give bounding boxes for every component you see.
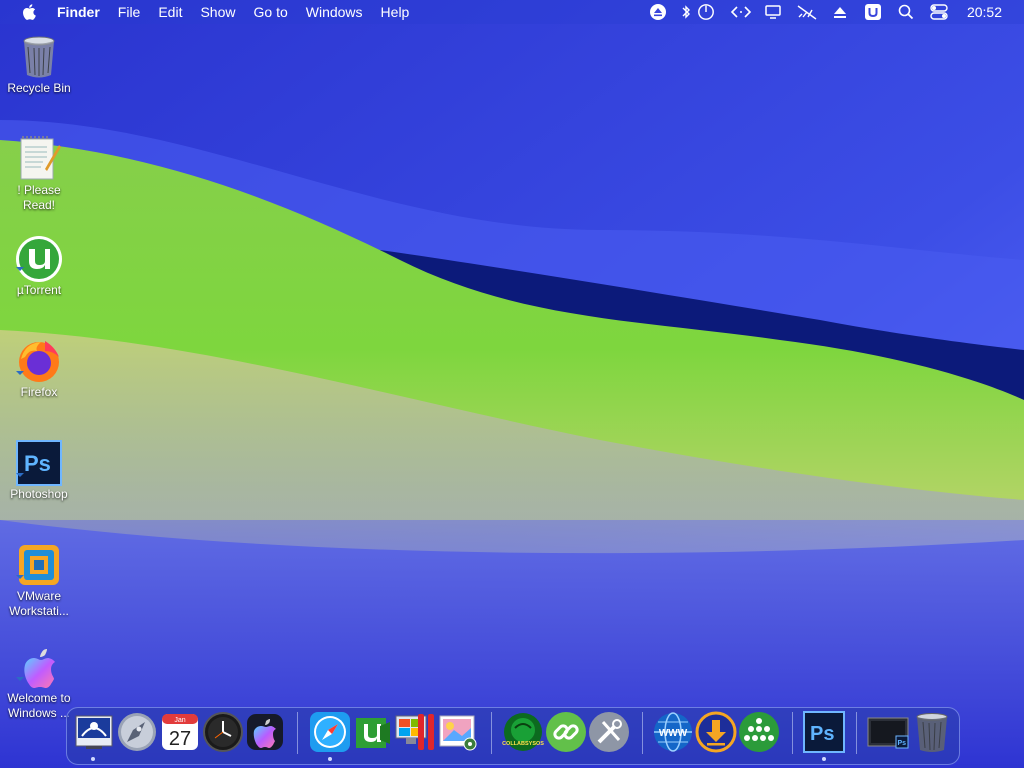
calendar-month: Jan — [174, 717, 185, 724]
vmware-icon — [16, 545, 59, 585]
dock-separator — [642, 712, 643, 754]
power-icon[interactable] — [696, 3, 716, 21]
menu-help[interactable]: Help — [372, 0, 419, 24]
chain-link-icon[interactable] — [544, 710, 588, 754]
display-icon[interactable] — [764, 3, 782, 21]
calendar-icon[interactable]: Jan 27 — [158, 710, 202, 754]
download-arrow-icon[interactable] — [694, 710, 738, 754]
apple-logo-icon[interactable] — [243, 710, 287, 754]
apple-menu-icon[interactable] — [22, 4, 36, 20]
safari-compass-icon[interactable] — [308, 710, 352, 754]
apple-welcome-icon — [16, 649, 55, 688]
desktop-icon-label: µTorrent — [16, 283, 62, 297]
desktop-icon-vmware[interactable]: VMware Workstati... — [0, 541, 78, 631]
people-network-icon[interactable] — [737, 710, 781, 754]
desktop-icon-utorrent[interactable]: µTorrent — [0, 235, 78, 305]
desktop-icon-label: Photoshop — [10, 487, 68, 501]
collabsysos-icon[interactable]: COLLABSYSOS — [501, 710, 545, 754]
dock-separator — [792, 712, 793, 754]
upload-icon[interactable] — [831, 3, 849, 21]
code-brackets-icon[interactable] — [730, 3, 752, 21]
utorrent-tray-icon[interactable] — [864, 3, 882, 21]
rocket-icon[interactable] — [115, 710, 159, 754]
clock-icon[interactable] — [201, 710, 245, 754]
photoshop-icon: Ps — [16, 440, 62, 486]
dock-separator — [491, 712, 492, 754]
trash-icon[interactable] — [910, 710, 954, 754]
menu-file[interactable]: File — [109, 0, 150, 24]
utorrent-dock-icon[interactable] — [350, 710, 394, 754]
tools-icon[interactable] — [587, 710, 631, 754]
recycle-bin-icon — [23, 36, 55, 78]
svg-text:Ps: Ps — [24, 451, 51, 476]
collabsysos-text: COLLABSYSOS — [502, 741, 544, 747]
menu-show[interactable]: Show — [191, 0, 244, 24]
menu-clock[interactable]: 20:52 — [967, 0, 1002, 24]
desktop-icon-please-read[interactable]: ! Please Read! — [0, 135, 78, 212]
menu-edit[interactable]: Edit — [149, 0, 191, 24]
menu-app-name[interactable]: Finder — [48, 0, 109, 24]
menu-windows[interactable]: Windows — [297, 0, 372, 24]
eject-icon[interactable] — [649, 3, 667, 21]
menu-bar: Finder File Edit Show Go to Windows Help… — [0, 0, 1024, 24]
www-globe-icon[interactable]: WWW — [651, 710, 695, 754]
running-indicator — [328, 757, 332, 761]
photo-viewer-icon[interactable] — [436, 710, 480, 754]
photoshop-dock-icon[interactable]: Ps — [802, 710, 846, 754]
network-off-icon[interactable] — [796, 3, 818, 21]
desktop-icon-photoshop[interactable]: Ps Photoshop — [0, 439, 78, 509]
running-indicator — [91, 757, 95, 761]
menu-go-to[interactable]: Go to — [245, 0, 297, 24]
screen-ps-icon[interactable]: Ps — [866, 710, 910, 754]
bluetooth-icon[interactable] — [680, 3, 692, 21]
firefox-icon — [16, 341, 59, 382]
www-text: WWW — [659, 728, 688, 739]
screen-ps-text: Ps — [898, 740, 907, 747]
spotlight-search-icon[interactable] — [897, 3, 915, 21]
desktop-icon-firefox[interactable]: Firefox — [0, 337, 78, 407]
notepad-icon — [20, 136, 61, 180]
desktop-icon-label: Firefox — [20, 385, 58, 399]
dock-separator — [856, 712, 857, 754]
desktop-icon-label: Recycle Bin — [7, 81, 71, 95]
desktop-icon-recycle-bin[interactable]: Recycle Bin — [0, 33, 78, 103]
desktop-icon-label: Welcome to Windows ... — [7, 691, 71, 720]
desktop-icon-label: VMware Workstati... — [9, 589, 69, 618]
calendar-day: 27 — [169, 728, 191, 750]
control-center-icon[interactable] — [929, 3, 949, 21]
photoshop-dock-text: Ps — [810, 723, 834, 745]
utorrent-icon — [16, 236, 62, 282]
running-indicator — [822, 757, 826, 761]
finder-icon[interactable] — [72, 710, 116, 754]
desktop-wallpaper — [0, 0, 1024, 768]
dock-separator — [297, 712, 298, 754]
desktop-icon-label: ! Please Read! — [17, 183, 61, 212]
